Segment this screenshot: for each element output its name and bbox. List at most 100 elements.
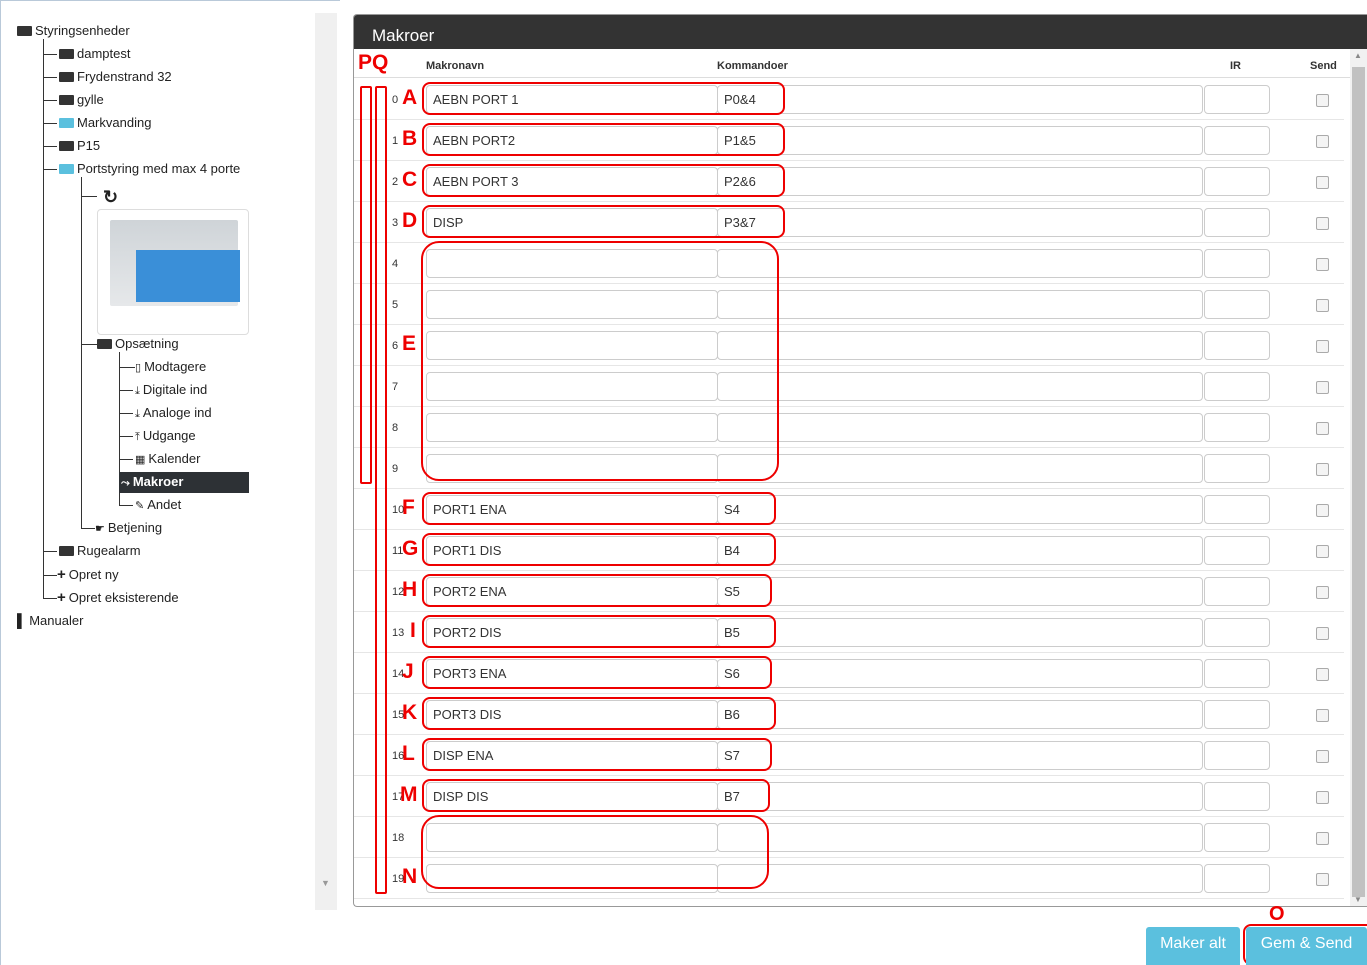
send-checkbox[interactable]: [1316, 94, 1329, 107]
tree-item-rugealarm[interactable]: Rugealarm: [59, 543, 141, 559]
macro-ir-input[interactable]: [1204, 618, 1270, 647]
send-checkbox[interactable]: [1316, 340, 1329, 353]
send-checkbox[interactable]: [1316, 504, 1329, 517]
tree-root[interactable]: Styringsenheder: [17, 23, 130, 39]
folder-open-icon: [17, 26, 32, 36]
send-checkbox[interactable]: [1316, 586, 1329, 599]
tree-line: [43, 123, 57, 124]
tree-line: [43, 77, 57, 78]
send-checkbox[interactable]: [1316, 258, 1329, 271]
tree-item-markvanding[interactable]: Markvanding: [59, 115, 151, 131]
macro-command-input[interactable]: S4: [717, 495, 1203, 524]
row-index: 4: [392, 258, 399, 270]
tree-item-andet[interactable]: ✎ Andet: [135, 497, 181, 514]
macro-command-input[interactable]: [717, 454, 1203, 483]
macro-ir-input[interactable]: [1204, 495, 1270, 524]
macro-ir-input[interactable]: [1204, 167, 1270, 196]
send-checkbox[interactable]: [1316, 299, 1329, 312]
send-checkbox[interactable]: [1316, 217, 1329, 230]
macro-command-input[interactable]: B7: [717, 782, 1203, 811]
macro-ir-input[interactable]: [1204, 372, 1270, 401]
macro-ir-input[interactable]: [1204, 208, 1270, 237]
tree-item-manualer[interactable]: ▌ Manualer: [17, 613, 83, 629]
send-checkbox[interactable]: [1316, 381, 1329, 394]
macro-command-input[interactable]: S6: [717, 659, 1203, 688]
annotation-letter: H: [402, 578, 418, 601]
macro-command-input[interactable]: P1&5: [717, 126, 1203, 155]
scroll-down-icon[interactable]: ▼: [1354, 895, 1362, 904]
table-header: Makronavn Kommandoer IR Send: [354, 49, 1367, 78]
macro-command-input[interactable]: [717, 864, 1203, 893]
macro-command-input[interactable]: B4: [717, 536, 1203, 565]
table-scrollbar[interactable]: ▲ ▼: [1350, 49, 1367, 906]
macro-ir-input[interactable]: [1204, 864, 1270, 893]
send-checkbox[interactable]: [1316, 627, 1329, 640]
send-checkbox[interactable]: [1316, 873, 1329, 886]
send-checkbox[interactable]: [1316, 791, 1329, 804]
macro-command-input[interactable]: P3&7: [717, 208, 1203, 237]
send-checkbox[interactable]: [1316, 750, 1329, 763]
tree-item-opret-eksisterende[interactable]: + Opret eksisterende: [57, 590, 179, 606]
macro-command-input[interactable]: S5: [717, 577, 1203, 606]
plus-icon: +: [57, 566, 66, 583]
macro-ir-input[interactable]: [1204, 413, 1270, 442]
tree-item-opsaetning[interactable]: Opsætning: [97, 336, 179, 352]
gem-send-button[interactable]: Gem & Send: [1246, 927, 1367, 965]
scrollbar-thumb[interactable]: [1352, 67, 1365, 897]
macro-command-input[interactable]: P0&4: [717, 85, 1203, 114]
macro-ir-input[interactable]: [1204, 823, 1270, 852]
tree-item-damptest[interactable]: damptest: [59, 46, 130, 62]
annotation-row-box: [422, 164, 785, 197]
macro-ir-input[interactable]: [1204, 85, 1270, 114]
tree-item-analoge[interactable]: ⤓ Analoge ind: [135, 405, 212, 422]
send-checkbox[interactable]: [1316, 463, 1329, 476]
macro-command-input[interactable]: B5: [717, 618, 1203, 647]
send-checkbox[interactable]: [1316, 176, 1329, 189]
macro-ir-input[interactable]: [1204, 700, 1270, 729]
macro-command-input[interactable]: B6: [717, 700, 1203, 729]
macro-command-input[interactable]: [717, 823, 1203, 852]
macro-command-input[interactable]: [717, 290, 1203, 319]
macro-command-input[interactable]: P2&6: [717, 167, 1203, 196]
macro-ir-input[interactable]: [1204, 741, 1270, 770]
tree-item-udgange[interactable]: ⤒ Udgange: [135, 428, 196, 445]
macro-ir-input[interactable]: [1204, 782, 1270, 811]
refresh-icon[interactable]: ↻: [103, 187, 118, 208]
tree-item-portstyring[interactable]: Portstyring med max 4 porte: [59, 161, 240, 177]
tree-item-opret-ny[interactable]: + Opret ny: [57, 567, 119, 583]
macro-command-input[interactable]: [717, 413, 1203, 442]
macro-ir-input[interactable]: [1204, 659, 1270, 688]
send-checkbox[interactable]: [1316, 545, 1329, 558]
tree-line: [43, 598, 57, 599]
tree-item-modtagere[interactable]: ▯ Modtagere: [135, 359, 206, 376]
tree-item-frydenstrand[interactable]: Frydenstrand 32: [59, 69, 172, 85]
tree-item-gylle[interactable]: gylle: [59, 92, 104, 108]
tree-item-p15[interactable]: P15: [59, 138, 100, 154]
macro-ir-input[interactable]: [1204, 290, 1270, 319]
maker-alt-button[interactable]: Maker alt: [1146, 927, 1240, 965]
scroll-up-icon[interactable]: ▲: [1354, 51, 1362, 60]
tree-item-betjening[interactable]: ☛ Betjening: [95, 520, 162, 537]
macro-ir-input[interactable]: [1204, 249, 1270, 278]
macro-command-input[interactable]: [717, 249, 1203, 278]
macro-command-input[interactable]: [717, 372, 1203, 401]
tree-item-makroer[interactable]: ⤳ Makroer: [119, 472, 249, 493]
send-checkbox[interactable]: [1316, 135, 1329, 148]
macro-command-input[interactable]: S7: [717, 741, 1203, 770]
send-checkbox[interactable]: [1316, 668, 1329, 681]
tree-item-kalender[interactable]: ▦ Kalender: [135, 451, 200, 468]
macro-command-input[interactable]: [717, 331, 1203, 360]
macro-ir-input[interactable]: [1204, 577, 1270, 606]
scroll-down-icon[interactable]: ▼: [321, 878, 330, 888]
tree-scrollbar[interactable]: ▼: [315, 13, 337, 908]
macro-ir-input[interactable]: [1204, 536, 1270, 565]
tree-scrollbar-corner: [315, 894, 337, 910]
row-index: 1: [392, 135, 399, 147]
tree-item-digitale[interactable]: ⤓ Digitale ind: [135, 382, 207, 399]
macro-ir-input[interactable]: [1204, 126, 1270, 155]
macro-ir-input[interactable]: [1204, 331, 1270, 360]
send-checkbox[interactable]: [1316, 422, 1329, 435]
send-checkbox[interactable]: [1316, 832, 1329, 845]
send-checkbox[interactable]: [1316, 709, 1329, 722]
macro-ir-input[interactable]: [1204, 454, 1270, 483]
